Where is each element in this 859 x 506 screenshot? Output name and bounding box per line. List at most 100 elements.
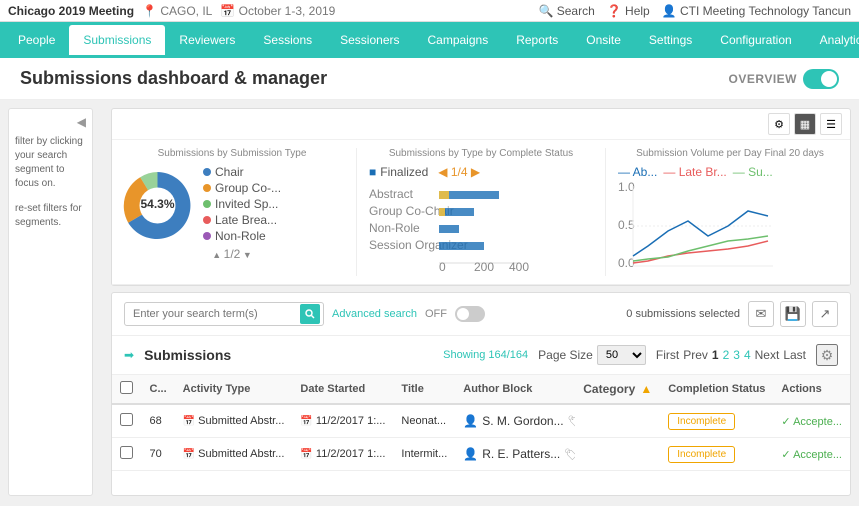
chart-settings-btn[interactable]: ⚙ [768, 113, 790, 135]
prev-page-btn[interactable]: Prev [683, 348, 708, 362]
page-size-wrap: Page Size 50 25 100 [538, 345, 646, 365]
chart1-title: Submissions by Submission Type [120, 148, 344, 159]
svg-text:Non-Role: Non-Role [369, 221, 420, 235]
chart-list-btn[interactable]: ☰ [820, 113, 842, 135]
nav-submissions[interactable]: Submissions [69, 25, 165, 55]
overview-label: OVERVIEW [729, 72, 797, 86]
chart3-title: Submission Volume per Day Final 20 days [618, 148, 842, 159]
row-author-2: 👤 R. E. Patters... 🏷 [455, 438, 575, 471]
row-id-1: 68 [142, 404, 175, 438]
col-actions: Actions [773, 375, 850, 404]
advanced-search-link[interactable]: Advanced search [332, 308, 417, 320]
date-range: 📅 October 1-3, 2019 [220, 4, 335, 18]
page-title: Submissions dashboard & manager [20, 68, 327, 89]
row-action-2: ✓ Accepte... [773, 438, 850, 471]
sidebar-hint: filter by clicking your search segment t… [15, 135, 86, 191]
line-chart-svg: 1.0 0.5 0.0 [618, 181, 778, 271]
chart-type-complete-status: Submissions by Type by Complete Status ■… [369, 148, 593, 276]
search-link[interactable]: 🔍 Search [538, 4, 594, 18]
col-completion-status: Completion Status [660, 375, 773, 404]
chart-grid-btn[interactable]: ▦ [794, 113, 816, 135]
first-page-btn[interactable]: First [656, 348, 679, 362]
submissions-title: Submissions [144, 347, 231, 363]
search-button[interactable] [300, 304, 320, 324]
svg-text:400: 400 [509, 260, 529, 273]
nav-configuration[interactable]: Configuration [706, 25, 805, 55]
nav-onsite[interactable]: Onsite [572, 25, 635, 55]
row-status-1: Incomplete [660, 404, 773, 438]
row-action-1: ✓ Accepte... [773, 404, 850, 438]
select-all-checkbox[interactable] [120, 381, 133, 394]
nav-campaigns[interactable]: Campaigns [414, 25, 503, 55]
advanced-search-toggle[interactable] [455, 306, 485, 322]
chart-submission-type: Submissions by Submission Type [120, 148, 344, 276]
nav-settings[interactable]: Settings [635, 25, 706, 55]
svg-text:54.3%: 54.3% [140, 197, 174, 211]
page-2-btn[interactable]: 2 [723, 348, 730, 362]
page-3-btn[interactable]: 3 [733, 348, 740, 362]
nav-people[interactable]: People [4, 25, 69, 55]
line-legend-su: Su... [748, 165, 773, 179]
submissions-header: ➡ Submissions Showing 164/164 Page Size … [112, 336, 850, 375]
sidebar: ◀ filter by clicking your search segment… [8, 108, 93, 496]
page-1-btn[interactable]: 1 [712, 348, 719, 362]
search-bar: Advanced search OFF 0 submissions select… [112, 293, 850, 336]
nav-reviewers[interactable]: Reviewers [165, 25, 249, 55]
event-name: Chicago 2019 Meeting [8, 4, 134, 18]
search-input[interactable] [124, 302, 324, 326]
row-activity-1: 📅 Submitted Abstr... [175, 404, 293, 438]
nav-analytics[interactable]: Analytics [806, 25, 859, 55]
submissions-table: C... Activity Type Date Started Title Au… [112, 375, 850, 471]
chart-volume-per-day: Submission Volume per Day Final 20 days … [618, 148, 842, 276]
action-buttons: ✉ 💾 ↗ [748, 301, 838, 327]
pagination: First Prev 1 2 3 4 Next Last [656, 348, 806, 362]
page-size-label: Page Size [538, 348, 593, 362]
sidebar-reset-hint: re-set filters for segments. [15, 202, 86, 230]
pie-chart: 54.3% [120, 168, 195, 243]
off-label: OFF [425, 308, 447, 320]
page-size-select[interactable]: 50 25 100 [597, 345, 646, 365]
page-4-btn[interactable]: 4 [744, 348, 751, 362]
row-category-1 [575, 404, 660, 438]
row-checkbox-2[interactable] [120, 446, 133, 459]
user-menu[interactable]: 👤 CTI Meeting Technology Tancun [662, 4, 851, 18]
svg-text:Abstract: Abstract [369, 187, 414, 201]
row-title-2: Intermit... [393, 438, 455, 471]
pie-page: 1/2 [224, 247, 241, 261]
search-input-wrap [124, 302, 324, 326]
nav-reports[interactable]: Reports [502, 25, 572, 55]
help-link[interactable]: ❓ Help [607, 4, 650, 18]
nav-sessioners[interactable]: Sessioners [326, 25, 413, 55]
export-action-btn[interactable]: ↗ [812, 301, 838, 327]
location: 📍 CAGO, IL [142, 4, 212, 18]
pie-legend: Chair Group Co-... Invited Sp... Late Br… [203, 165, 281, 245]
row-checkbox-1[interactable] [120, 413, 133, 426]
svg-text:0.5: 0.5 [618, 218, 635, 232]
col-date-started: Date Started [292, 375, 393, 404]
email-action-btn[interactable]: ✉ [748, 301, 774, 327]
svg-text:0: 0 [439, 260, 446, 273]
nav-sessions[interactable]: Sessions [249, 25, 326, 55]
table-settings-btn[interactable]: ⚙ [816, 344, 838, 366]
top-bar-right: 🔍 Search ❓ Help 👤 CTI Meeting Technology… [538, 4, 851, 18]
overview-toggle: OVERVIEW [729, 69, 839, 89]
row-date-1: 📅 11/2/2017 1:... [292, 404, 393, 438]
page-header: Submissions dashboard & manager OVERVIEW [0, 58, 859, 100]
col-activity-type: Activity Type [175, 375, 293, 404]
row-status-2: Incomplete [660, 438, 773, 471]
overview-switch[interactable] [803, 69, 839, 89]
row-title-1: Neonat... [393, 404, 455, 438]
next-page-btn[interactable]: Next [755, 348, 780, 362]
top-bar: Chicago 2019 Meeting 📍 CAGO, IL 📅 Octobe… [0, 0, 859, 22]
sidebar-collapse-btn[interactable]: ◀ [15, 115, 86, 129]
line-legend-ab: Ab... [633, 165, 658, 179]
row-activity-2: 📅 Submitted Abstr... [175, 438, 293, 471]
row-author-1: 👤 S. M. Gordon... 🏷 [455, 404, 575, 438]
category-sort-icon[interactable]: ▲ [640, 382, 652, 396]
col-id: C... [142, 375, 175, 404]
chart2-title: Submissions by Type by Complete Status [369, 148, 593, 159]
save-action-btn[interactable]: 💾 [780, 301, 806, 327]
col-author-block: Author Block [455, 375, 575, 404]
bar-chart-svg: Abstract Group Co-Chair Non-Role Session… [369, 183, 529, 273]
last-page-btn[interactable]: Last [783, 348, 806, 362]
